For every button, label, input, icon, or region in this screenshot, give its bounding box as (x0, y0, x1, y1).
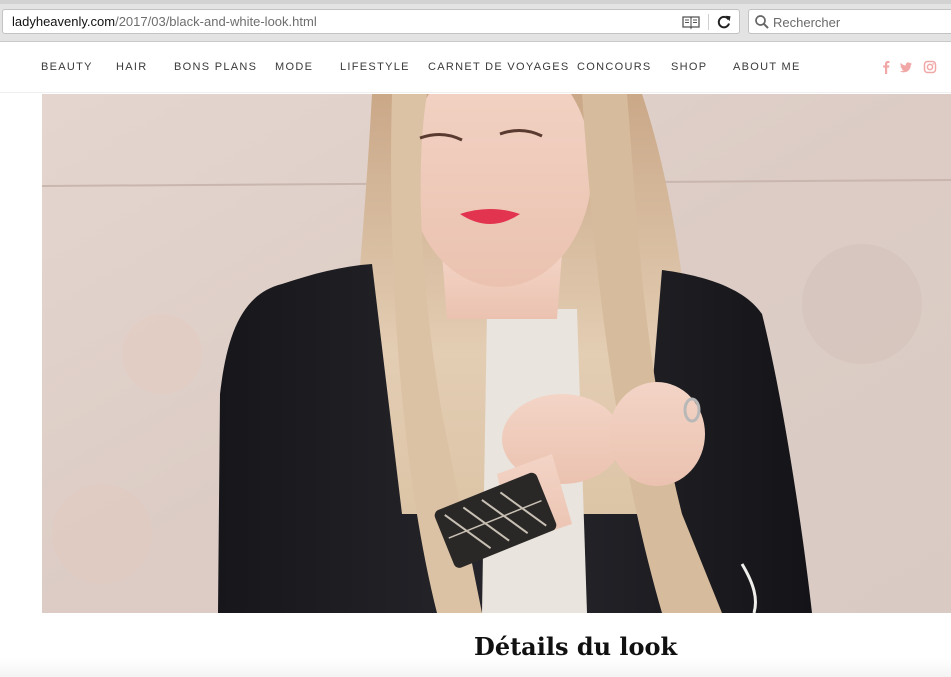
url-host: ladyheavenly.com (12, 14, 116, 29)
nav-item-mode[interactable]: MODE (275, 61, 313, 73)
browser-toolbar: ladyheavenly.com/2017/03/black-and-white… (0, 0, 951, 42)
instagram-icon[interactable] (923, 59, 937, 75)
nav-item-concours[interactable]: CONCOURS (577, 61, 652, 73)
twitter-icon[interactable] (899, 59, 913, 75)
tab-strip-edge (0, 0, 951, 4)
nav-item-beauty[interactable]: BEAUTY (41, 61, 93, 73)
site-navigation: BEAUTY HAIR BONS PLANS MODE LIFESTYLE CA… (0, 43, 951, 93)
reload-icon[interactable] (714, 13, 734, 31)
nav-item-hair[interactable]: HAIR (116, 61, 147, 73)
section-title: Détails du look (474, 632, 678, 661)
reader-view-icon[interactable] (681, 14, 701, 30)
search-icon (754, 14, 770, 30)
address-bar[interactable]: ladyheavenly.com/2017/03/black-and-white… (2, 9, 740, 34)
post-hero-photo (42, 94, 951, 613)
nav-item-shop[interactable]: SHOP (671, 61, 707, 73)
facebook-icon[interactable] (879, 59, 893, 75)
address-url[interactable]: ladyheavenly.com/2017/03/black-and-white… (12, 14, 317, 29)
search-input[interactable] (773, 13, 943, 31)
page-bottom-fade (0, 658, 951, 677)
nav-item-lifestyle[interactable]: LIFESTYLE (340, 61, 410, 73)
nav-item-carnet-de-voyages[interactable]: CARNET DE VOYAGES (428, 61, 570, 73)
nav-item-about-me[interactable]: ABOUT ME (733, 61, 801, 73)
url-path: /2017/03/black-and-white-look.html (115, 14, 317, 29)
nav-item-bons-plans[interactable]: BONS PLANS (174, 61, 257, 73)
browser-search-bar[interactable] (748, 9, 951, 34)
url-separator (708, 14, 709, 30)
